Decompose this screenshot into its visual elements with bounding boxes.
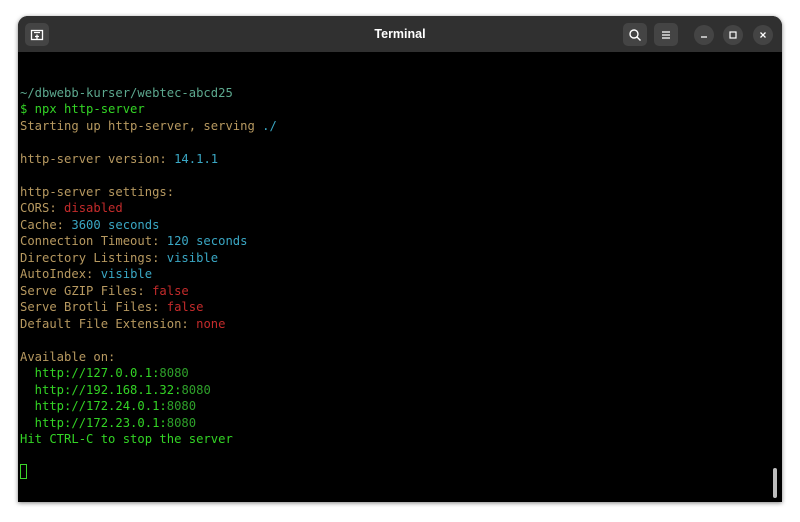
- search-icon: [629, 28, 641, 41]
- terminal-line: http://172.23.0.1:8080: [20, 415, 770, 432]
- terminal-text: 8080: [181, 382, 211, 397]
- terminal-line: AutoIndex: visible: [20, 266, 770, 283]
- terminal-line: Serve Brotli Files: false: [20, 299, 770, 316]
- terminal-text: 8080: [159, 366, 189, 380]
- terminal-text: 8080: [166, 399, 197, 413]
- terminal-text: AutoIndex:: [20, 267, 101, 281]
- terminal-text: http://192.168.1.32:: [20, 382, 182, 397]
- title-bar: Terminal: [18, 16, 782, 52]
- terminal-text: 14.1.1: [174, 151, 219, 166]
- terminal-text: Directory Listings:: [20, 250, 167, 265]
- maximize-button[interactable]: [723, 25, 743, 45]
- terminal-line: http://192.168.1.32:8080: [20, 382, 770, 399]
- terminal-line: CORS: disabled: [20, 200, 770, 217]
- text-cursor: [20, 464, 27, 479]
- terminal-text: visible: [100, 267, 153, 281]
- hamburger-menu-icon: [662, 30, 670, 39]
- terminal-line: Directory Listings: visible: [20, 250, 770, 267]
- menu-button[interactable]: [654, 23, 678, 46]
- terminal-text: http://172.23.0.1:: [20, 415, 167, 430]
- terminal-text: false: [152, 283, 189, 298]
- terminal-text: ~/dbwebb-kurser/webtec-abcd25: [20, 85, 233, 100]
- terminal-line: Available on:: [20, 349, 770, 366]
- terminal-text: Starting up http-server, serving: [20, 118, 263, 133]
- terminal-output[interactable]: ~/dbwebb-kurser/webtec-abcd25 $ npx http-…: [20, 68, 770, 488]
- terminal-line: Serve GZIP Files: false: [20, 283, 770, 300]
- terminal-text: CORS:: [20, 201, 65, 215]
- terminal-line: Connection Timeout: 120 seconds: [20, 233, 770, 250]
- terminal-text: Serve Brotli Files:: [20, 300, 167, 314]
- terminal-line: Default File Extension: none: [20, 316, 770, 333]
- close-icon: [760, 32, 766, 38]
- terminal-text: ./: [262, 118, 277, 133]
- terminal-text: http-server version:: [20, 151, 175, 166]
- terminal-line: Starting up http-server, serving ./: [20, 118, 770, 135]
- terminal-text: false: [166, 300, 204, 314]
- terminal-line: [20, 464, 770, 481]
- terminal-line: ~/dbwebb-kurser/webtec-abcd25: [20, 85, 770, 102]
- terminal-text: disabled: [64, 201, 123, 215]
- terminal-text: Connection Timeout:: [20, 234, 167, 248]
- terminal-text: Hit CTRL-C to stop the server: [20, 432, 233, 446]
- terminal-text: 8080: [166, 415, 197, 430]
- maximize-icon: [729, 31, 737, 39]
- terminal-text: 120 seconds: [166, 234, 248, 248]
- terminal-text: http-server settings:: [20, 184, 175, 199]
- terminal-line: http-server version: 14.1.1: [20, 151, 770, 168]
- terminal-line: http://172.24.0.1:8080: [20, 398, 770, 415]
- terminal-text: Cache:: [20, 217, 72, 232]
- close-button[interactable]: [753, 25, 773, 45]
- terminal-line: Cache: 3600 seconds: [20, 217, 770, 234]
- terminal-window: Terminal ~/dbwebb-kurser/webtec-abcd25 $…: [18, 16, 782, 502]
- terminal-line: http-server settings:: [20, 184, 770, 201]
- terminal-line: $ npx http-server: [20, 101, 770, 118]
- terminal-text: http://172.24.0.1:: [20, 399, 167, 413]
- terminal-text: Available on:: [20, 349, 116, 364]
- terminal-text: Default File Extension:: [20, 316, 197, 331]
- terminal-text: http://127.0.0.1:: [20, 366, 160, 380]
- terminal-text: $ npx http-server: [20, 102, 145, 116]
- search-button[interactable]: [623, 23, 647, 46]
- terminal-text: Serve GZIP Files:: [20, 283, 153, 298]
- terminal-text: none: [196, 316, 226, 331]
- terminal-text: 3600 seconds: [71, 217, 160, 232]
- minimize-button[interactable]: [694, 25, 714, 45]
- minimize-icon: [701, 36, 707, 38]
- terminal-text: visible: [166, 250, 219, 265]
- terminal-line: http://127.0.0.1:8080: [20, 365, 770, 382]
- scrollbar[interactable]: [773, 468, 777, 498]
- terminal-line: Hit CTRL-C to stop the server: [20, 431, 770, 448]
